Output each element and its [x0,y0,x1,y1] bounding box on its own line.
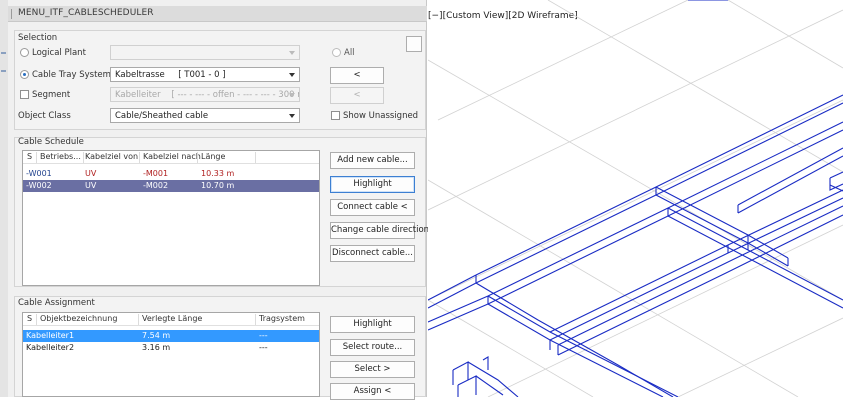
cable-tray-system-label: Cable Tray System [32,70,111,80]
chevron-down-icon [289,114,295,118]
logical-plant-label: Logical Plant [32,48,86,58]
assignment-system: --- [259,343,268,352]
move-left-segment-button[interactable]: < [330,87,384,104]
col-kabelziel-von[interactable]: Kabelziel von [85,152,138,161]
all-radio[interactable] [332,48,341,57]
col-betriebs[interactable]: Betriebs... [40,152,81,161]
logical-plant-radio[interactable] [20,48,29,57]
all-label: All [344,48,355,58]
move-left-button[interactable]: < [330,67,384,84]
disconnect-cable-button[interactable]: Disconnect cable... [330,245,415,262]
assignment-length: 3.16 m [142,343,171,352]
highlight-cable-button[interactable]: Highlight [330,176,415,193]
cable-scheduler-dialog: MENU_ITF_CABLESCHEDULER Selection Logica… [0,0,429,400]
chevron-down-icon [289,93,295,97]
cable-to: -M001 [143,169,169,178]
cable-assignment-label: Cable Assignment [18,298,95,308]
cable-length: 10.33 m [201,169,235,178]
segment-checkbox[interactable] [20,90,29,99]
cable-assignment-header: S Objektbezeichnung Verlegte Länge Trags… [23,313,319,326]
grip-icon [11,9,12,19]
strip-marker-icon [1,70,6,72]
col-status[interactable]: S [27,152,32,161]
assignment-name: Kabelleiter2 [26,343,75,352]
logical-plant-combo[interactable] [110,45,300,60]
assignment-length: 7.54 m [142,331,171,340]
table-row[interactable]: Kabelleiter1 7.54 m --- [23,330,319,342]
segment-value: Kabelleiter [ --- - --- - offen - --- - … [115,90,300,100]
chevron-down-icon [289,73,295,77]
cable-to: -M002 [143,181,169,190]
assignment-system: --- [259,331,268,340]
col-verlegte-laenge[interactable]: Verlegte Länge [142,314,202,323]
cable-schedule-header: S Betriebs... Kabelziel von Kabelziel na… [23,151,319,164]
object-class-combo[interactable]: Cable/Sheathed cable [110,108,300,123]
cable-tray-system-combo[interactable]: Kabeltrasse [ T001 - 0 ] [110,67,300,82]
wireframe-viewport[interactable]: [−][Custom View][2D Wireframe] [428,0,843,397]
dialog-title-bar[interactable]: MENU_ITF_CABLESCHEDULER [8,6,427,22]
col-tragsystem[interactable]: Tragsystem [259,314,305,323]
cable-id: -W001 [26,169,52,178]
assignment-name: Kabelleiter1 [26,331,75,340]
cable-schedule-label: Cable Schedule [18,137,84,147]
table-row[interactable]: -W002 UV -M002 10.70 m [23,180,319,192]
col-laenge[interactable]: Länge [201,152,225,161]
show-unassigned-label: Show Unassigned [343,111,419,121]
cable-tray-system-value: Kabeltrasse [ T001 - 0 ] [115,70,226,80]
cable-tray-system-radio[interactable] [20,70,29,79]
cable-from: UV [85,181,97,190]
add-new-cable-button[interactable]: Add new cable... [330,152,415,169]
select-button[interactable]: Select > [330,361,415,378]
highlight-route-button[interactable]: Highlight [330,316,415,333]
cable-from: UV [85,169,97,178]
assign-button[interactable]: Assign < [330,383,415,400]
cable-id: -W002 [26,181,52,190]
cable-length: 10.70 m [201,181,235,190]
selection-label: Selection [18,33,58,43]
change-cable-direction-button[interactable]: Change cable direction [330,222,429,239]
cable-tray-wireframe [428,0,843,397]
show-unassigned-checkbox[interactable] [331,111,340,120]
select-route-button[interactable]: Select route... [330,339,415,356]
dialog-title: MENU_ITF_CABLESCHEDULER [18,8,154,18]
col-objektbezeichnung[interactable]: Objektbezeichnung [40,314,117,323]
col-status[interactable]: S [27,314,32,323]
chevron-down-icon [289,51,295,55]
pick-button[interactable] [406,36,422,52]
object-class-label: Object Class [18,111,71,121]
col-kabelziel-nach[interactable]: Kabelziel nach [143,152,201,161]
segment-combo[interactable]: Kabelleiter [ --- - --- - offen - --- - … [110,87,300,102]
object-class-value: Cable/Sheathed cable [115,111,209,121]
table-row[interactable]: -W001 UV -M001 10.33 m [23,168,319,180]
cable-schedule-list[interactable]: S Betriebs... Kabelziel von Kabelziel na… [22,150,320,286]
left-toolbar-strip [0,0,8,397]
table-row[interactable]: Kabelleiter2 3.16 m --- [23,342,319,354]
strip-marker-icon [1,52,6,54]
segment-label: Segment [32,90,71,100]
connect-cable-button[interactable]: Connect cable < [330,199,415,216]
cable-assignment-list[interactable]: S Objektbezeichnung Verlegte Länge Trags… [22,312,320,397]
